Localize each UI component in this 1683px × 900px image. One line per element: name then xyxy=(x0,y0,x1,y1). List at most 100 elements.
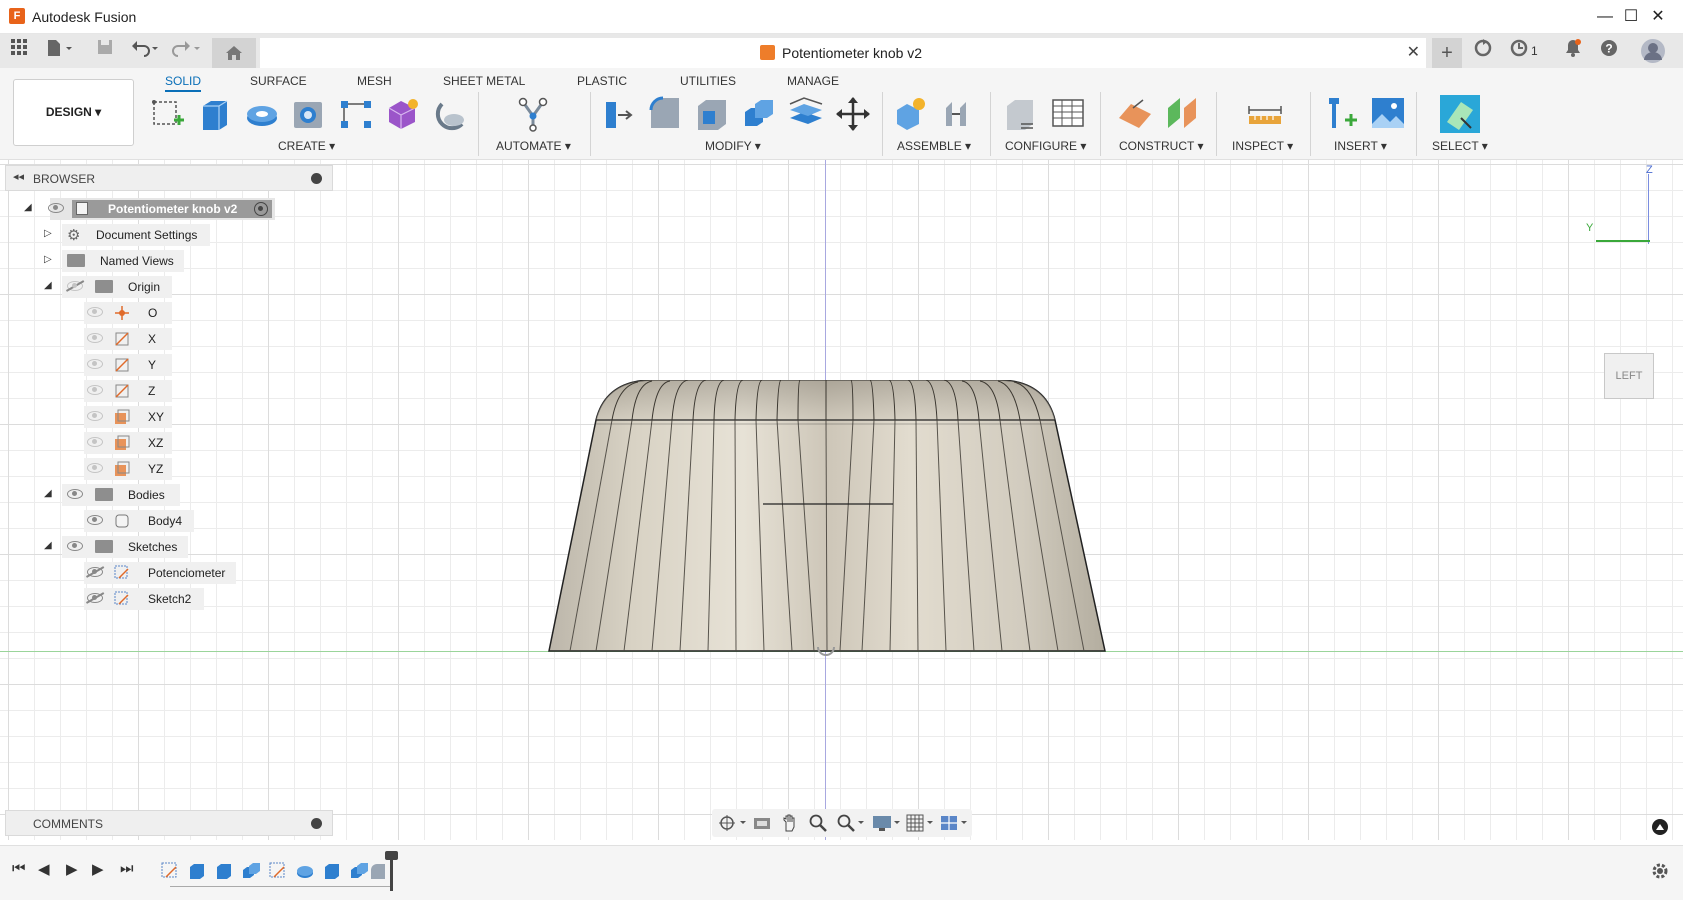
user-avatar-icon[interactable] xyxy=(1640,38,1666,64)
create-form-icon[interactable] xyxy=(385,96,421,132)
home-tab[interactable] xyxy=(212,38,256,68)
close-tab-button[interactable]: ✕ xyxy=(1407,42,1420,62)
insert-group-label[interactable]: INSERT ▾ xyxy=(1334,139,1387,153)
new-component-icon[interactable] xyxy=(893,96,929,132)
hidden-eye-icon[interactable] xyxy=(87,567,103,577)
modify-group-label[interactable]: MODIFY ▾ xyxy=(705,139,761,153)
configure-group-label[interactable]: CONFIGURE ▾ xyxy=(1005,139,1086,153)
file-menu-icon[interactable] xyxy=(42,38,78,64)
view-cube[interactable]: LEFT xyxy=(1604,353,1654,399)
origin-item-point[interactable]: O xyxy=(0,302,180,324)
hidden-eye-icon[interactable] xyxy=(67,281,83,291)
fillet-icon[interactable] xyxy=(647,96,683,132)
timeline-marker[interactable] xyxy=(385,851,398,891)
zoom-icon[interactable] xyxy=(808,813,828,833)
timeline-extrude-icon[interactable] xyxy=(187,861,207,881)
visibility-eye-icon[interactable] xyxy=(87,515,103,525)
redo-icon[interactable] xyxy=(170,38,206,64)
visibility-eye-icon[interactable] xyxy=(87,385,103,395)
automate-group-label[interactable]: AUTOMATE ▾ xyxy=(496,139,571,153)
insert-canvas-icon[interactable] xyxy=(1370,96,1406,132)
job-status-icon[interactable] xyxy=(1506,38,1532,64)
measure-icon[interactable] xyxy=(1247,96,1283,132)
comments-add-icon[interactable] xyxy=(311,818,322,829)
new-tab-button[interactable]: + xyxy=(1432,38,1462,68)
plane-at-angle-icon[interactable] xyxy=(1164,96,1200,132)
configure-part-icon[interactable] xyxy=(1003,96,1039,132)
create-sketch-icon[interactable] xyxy=(150,96,186,132)
sketch-item[interactable]: Sketch2 xyxy=(0,588,220,610)
tab-surface[interactable]: SURFACE xyxy=(250,74,307,88)
timeline-combine-icon[interactable] xyxy=(241,861,261,881)
pan-icon[interactable] xyxy=(780,813,800,833)
workspace-switcher-button[interactable]: DESIGN ▾ xyxy=(13,79,134,146)
browser-node-origin[interactable]: ◢ Origin xyxy=(0,276,220,298)
visibility-eye-icon[interactable] xyxy=(87,307,103,317)
insert-mcmaster-icon[interactable] xyxy=(1323,96,1359,132)
hidden-eye-icon[interactable] xyxy=(87,593,103,603)
timeline-extrude-icon[interactable] xyxy=(214,861,234,881)
timeline-revolve-icon[interactable] xyxy=(295,861,315,881)
notifications-icon[interactable] xyxy=(1560,38,1586,64)
browser-node-named-views[interactable]: ▷ Named Views xyxy=(0,250,220,272)
timeline-sketch-icon[interactable] xyxy=(268,861,288,881)
browser-node-document-settings[interactable]: ▷ ⚙ Document Settings xyxy=(0,224,220,246)
origin-item-yz-plane[interactable]: YZ xyxy=(0,458,180,480)
visibility-eye-icon[interactable] xyxy=(67,489,83,499)
timeline-combine-icon[interactable] xyxy=(349,861,369,881)
construct-group-label[interactable]: CONSTRUCT ▾ xyxy=(1119,139,1203,153)
tab-solid[interactable]: SOLID xyxy=(165,74,202,92)
fit-icon[interactable] xyxy=(836,813,866,833)
timeline-settings-gear-icon[interactable] xyxy=(1650,861,1670,881)
create-group-label[interactable]: CREATE ▾ xyxy=(278,139,335,153)
undo-icon[interactable] xyxy=(128,38,164,64)
activate-radio-icon[interactable] xyxy=(254,202,268,216)
visibility-eye-icon[interactable] xyxy=(67,541,83,551)
inspect-group-label[interactable]: INSPECT ▾ xyxy=(1232,139,1293,153)
assemble-group-label[interactable]: ASSEMBLE ▾ xyxy=(897,139,971,153)
knob-body-model[interactable] xyxy=(548,380,1106,652)
offset-face-icon[interactable] xyxy=(788,96,824,132)
collapse-triangle-icon[interactable]: ◢ xyxy=(24,202,32,213)
sketch-item[interactable]: Potenciometer xyxy=(0,562,240,584)
toolbox-toggle-icon[interactable] xyxy=(1651,818,1669,836)
help-icon[interactable]: ? xyxy=(1596,38,1622,64)
configuration-table-icon[interactable] xyxy=(1050,96,1086,132)
revolve-icon[interactable] xyxy=(244,96,280,132)
browser-panel-header[interactable]: ◂◂ BROWSER xyxy=(5,165,333,191)
timeline-last-button[interactable]: ⏭ xyxy=(120,860,134,877)
origin-item-xy-plane[interactable]: XY xyxy=(0,406,180,428)
hole-icon[interactable] xyxy=(291,96,327,132)
origin-item-z-axis[interactable]: Z xyxy=(0,380,180,402)
visibility-eye-icon[interactable] xyxy=(87,333,103,343)
viewports-icon[interactable] xyxy=(940,813,970,833)
press-pull-icon[interactable] xyxy=(600,96,636,132)
visibility-eye-icon[interactable] xyxy=(87,463,103,473)
timeline-sketch-icon[interactable] xyxy=(160,861,180,881)
offset-plane-icon[interactable] xyxy=(1117,96,1153,132)
design-canvas[interactable]: LEFT Z Y xyxy=(0,160,1683,840)
joint-icon[interactable] xyxy=(940,96,976,132)
timeline-extrude-icon[interactable] xyxy=(322,861,342,881)
save-icon[interactable] xyxy=(92,38,118,64)
visibility-eye-icon[interactable] xyxy=(87,411,103,421)
timeline-play-button[interactable]: ▶ xyxy=(66,860,78,878)
expand-triangle-icon[interactable]: ▷ xyxy=(44,228,52,239)
tab-plastic[interactable]: PLASTIC xyxy=(577,74,627,88)
timeline-fillet-icon[interactable] xyxy=(368,861,388,881)
browser-root-node[interactable]: ◢ Potentiometer knob v2 xyxy=(0,198,280,220)
grid-settings-icon[interactable] xyxy=(906,813,936,833)
browser-node-bodies[interactable]: ◢ Bodies xyxy=(0,484,220,506)
tab-mesh[interactable]: MESH xyxy=(357,74,392,88)
tab-manage[interactable]: MANAGE xyxy=(787,74,839,88)
automate-icon[interactable] xyxy=(515,96,551,132)
visibility-eye-icon[interactable] xyxy=(87,437,103,447)
pattern-icon[interactable] xyxy=(338,96,374,132)
move-copy-icon[interactable] xyxy=(835,96,871,132)
visibility-eye-icon[interactable] xyxy=(87,359,103,369)
browser-node-sketches[interactable]: ◢ Sketches xyxy=(0,536,220,558)
origin-item-xz-plane[interactable]: XZ xyxy=(0,432,180,454)
orbit-icon[interactable] xyxy=(718,814,748,832)
collapse-triangle-icon[interactable]: ◢ xyxy=(44,540,52,551)
visibility-eye-icon[interactable] xyxy=(48,203,64,213)
